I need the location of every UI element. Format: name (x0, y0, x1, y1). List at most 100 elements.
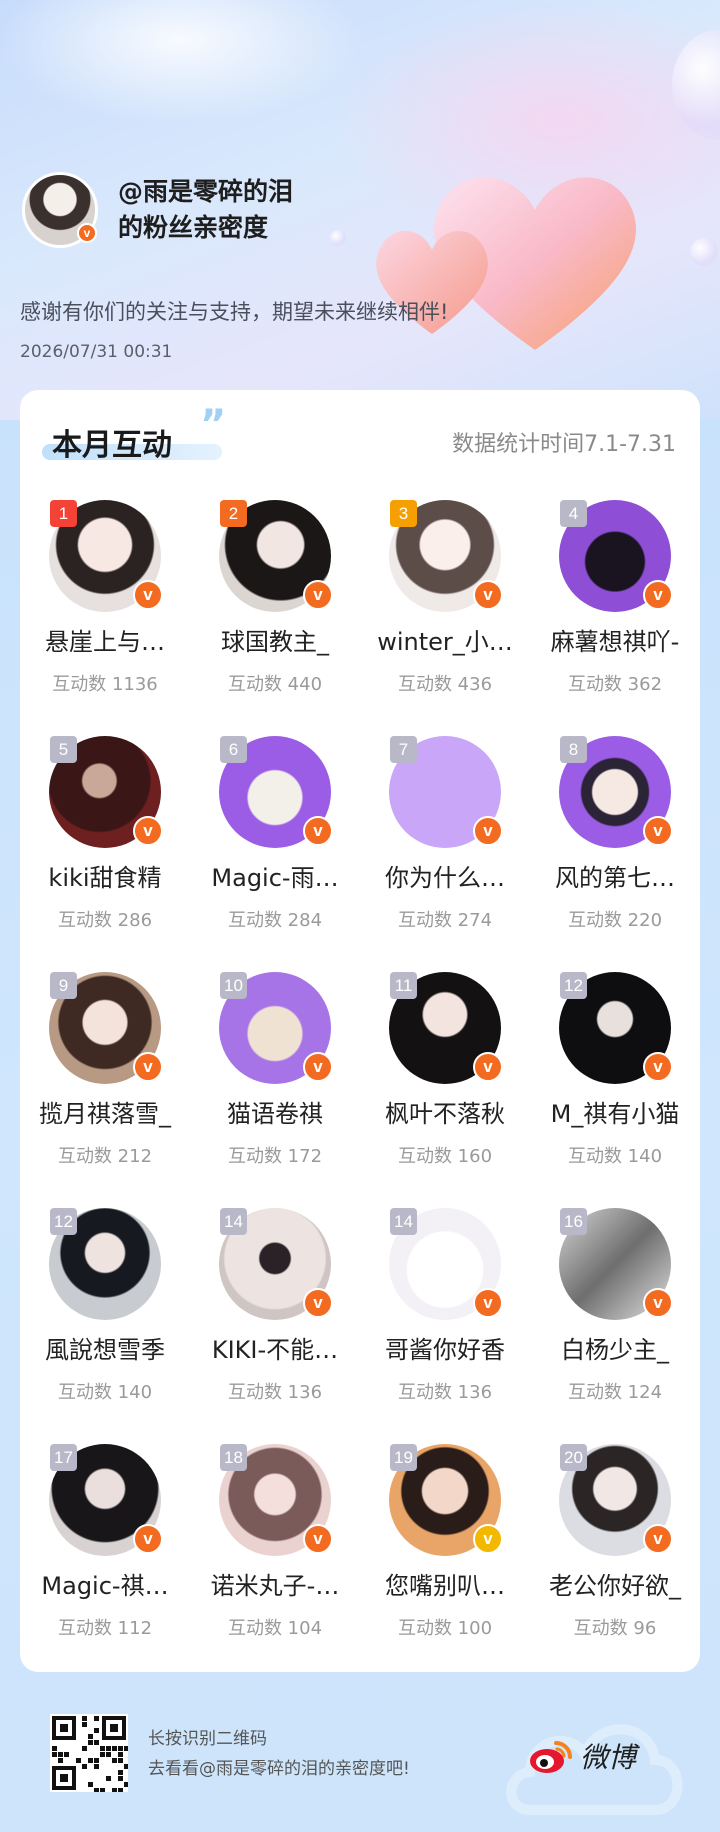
fan-item[interactable]: 14 v KIKI-不能… 互动数 136 (190, 1208, 360, 1444)
fan-item[interactable]: 12 v M_祺有小猫 互动数 140 (530, 972, 700, 1208)
fan-item[interactable]: 4 v 麻薯想祺吖- 互动数 362 (530, 500, 700, 736)
fan-item[interactable]: 10 v 猫语卷祺 互动数 172 (190, 972, 360, 1208)
fan-name[interactable]: 风的第七… (530, 858, 700, 893)
timestamp: 2026/07/31 00:31 (20, 342, 173, 362)
rank-badge: 3 (390, 500, 417, 527)
fan-name[interactable]: 哥酱你好香 (360, 1330, 530, 1365)
rank-badge: 14 (220, 1208, 247, 1235)
fan-name[interactable]: 您嘴别叭… (360, 1566, 530, 1601)
fan-name[interactable]: 白杨少主_ (530, 1330, 700, 1365)
verified-badge-icon: v (643, 580, 673, 610)
fan-name[interactable]: 球国教主_ (190, 622, 360, 657)
verified-badge-icon: v (643, 1288, 673, 1318)
fan-item[interactable]: 2 v 球国教主_ 互动数 440 (190, 500, 360, 736)
fan-name[interactable]: 诺米丸子-… (190, 1566, 360, 1601)
verified-badge-icon: v (133, 1052, 163, 1082)
fan-name[interactable]: M_祺有小猫 (530, 1094, 700, 1129)
bubble-decoration (330, 230, 346, 246)
verified-badge-icon: v (473, 1288, 503, 1318)
fan-item[interactable]: 17 v Magic-祺… 互动数 112 (20, 1444, 190, 1680)
qr-line2: 去看看@雨是零碎的泪的亲密度吧! (148, 1759, 410, 1779)
fan-name[interactable]: 老公你好欲_ (530, 1566, 700, 1601)
page-title: @雨是零碎的泪 的粉丝亲密度 (118, 174, 293, 246)
weibo-logo: 微博 (528, 1736, 636, 1776)
fan-name[interactable]: 揽月祺落雪_ (20, 1094, 190, 1129)
interaction-count: 互动数 274 (397, 910, 493, 931)
profile-header: v @雨是零碎的泪 的粉丝亲密度 (22, 172, 293, 248)
rank-badge: 7 (390, 736, 417, 763)
interaction-card: 本月互动 ” 数据统计时间7.1-7.31 1 v 悬崖上与… 互动数 1136 2 v 球… (20, 390, 700, 1672)
fan-item[interactable]: 9 v 揽月祺落雪_ 互动数 212 (20, 972, 190, 1208)
fan-item[interactable]: 12 風說想雪季 互动数 140 (20, 1208, 190, 1444)
fan-name[interactable]: winter_小… (360, 622, 530, 657)
interaction-count: 互动数 440 (227, 674, 323, 695)
rank-badge: 18 (220, 1444, 247, 1471)
interaction-count: 互动数 362 (567, 674, 663, 695)
fan-name[interactable]: 枫叶不落秋 (360, 1094, 530, 1129)
rank-badge: 16 (560, 1208, 587, 1235)
interaction-count: 互动数 172 (227, 1146, 323, 1167)
verified-badge-icon: v (303, 1288, 333, 1318)
rank-badge: 6 (220, 736, 247, 763)
interaction-count: 互动数 112 (57, 1618, 153, 1639)
brand-name: 微博 (580, 1741, 637, 1774)
fan-item[interactable]: 7 v 你为什么… 互动数 274 (360, 736, 530, 972)
fan-item[interactable]: 19 v 您嘴别叭… 互动数 100 (360, 1444, 530, 1680)
qr-code-icon (52, 1716, 129, 1793)
interaction-count: 互动数 140 (567, 1146, 663, 1167)
section-title: 本月互动 (52, 428, 172, 463)
rank-badge: 12 (50, 1208, 77, 1235)
fan-item[interactable]: 1 v 悬崖上与… 互动数 1136 (20, 500, 190, 736)
fan-name[interactable]: Magic-祺… (20, 1566, 190, 1601)
rank-badge: 2 (220, 500, 247, 527)
interaction-count: 互动数 286 (57, 910, 153, 931)
fan-item[interactable]: 16 v 白杨少主_ 互动数 124 (530, 1208, 700, 1444)
avatar[interactable]: v (22, 172, 98, 248)
rank-badge: 4 (560, 500, 587, 527)
fan-name[interactable]: kiki甜食精 (20, 858, 190, 893)
rank-badge: 8 (560, 736, 587, 763)
rank-badge: 11 (390, 972, 417, 999)
qr-caption: 长按识别二维码 去看看@雨是零碎的泪的亲密度吧! (148, 1724, 410, 1784)
interaction-count: 互动数 136 (397, 1382, 493, 1403)
fan-name[interactable]: 猫语卷祺 (190, 1094, 360, 1129)
fan-name[interactable]: 麻薯想祺吖- (530, 622, 700, 657)
fan-name[interactable]: 你为什么… (360, 858, 530, 893)
fan-item[interactable]: 6 v Magic-雨… 互动数 284 (190, 736, 360, 972)
fan-item[interactable]: 11 v 枫叶不落秋 互动数 160 (360, 972, 530, 1208)
verified-badge-icon: v (643, 1524, 673, 1554)
fan-item[interactable]: 20 v 老公你好欲_ 互动数 96 (530, 1444, 700, 1680)
verified-badge-icon: v (473, 1052, 503, 1082)
fan-item[interactable]: 5 v kiki甜食精互动数 286 (20, 736, 190, 972)
fan-item[interactable]: 3 v winter_小… 互动数 436 (360, 500, 530, 736)
rank-badge: 1 (50, 500, 77, 527)
card-header: 本月互动 ” 数据统计时间7.1-7.31 (20, 390, 700, 470)
verified-badge-icon: v (133, 816, 163, 846)
verified-badge-icon: v (473, 1524, 503, 1554)
interaction-count: 互动数 436 (397, 674, 493, 695)
verified-badge-icon: v (303, 816, 333, 846)
fan-name[interactable]: KIKI-不能… (190, 1330, 360, 1365)
interaction-count: 互动数 100 (397, 1618, 493, 1639)
rank-badge: 19 (390, 1444, 417, 1471)
bubble-decoration (672, 30, 720, 140)
quote-icon: ” (200, 402, 227, 448)
title-line1: @雨是零碎的泪 (118, 177, 294, 206)
interaction-count: 互动数 1136 (52, 674, 158, 695)
fan-item[interactable]: 18 v 诺米丸子-… 互动数 104 (190, 1444, 360, 1680)
fan-item[interactable]: 14 v 哥酱你好香 互动数 136 (360, 1208, 530, 1444)
fan-name[interactable]: 悬崖上与… (20, 622, 190, 657)
rank-badge: 12 (560, 972, 587, 999)
interaction-count: 互动数 212 (57, 1146, 153, 1167)
verified-badge-icon: v (133, 580, 163, 610)
title-line2: 的粉丝亲密度 (118, 213, 269, 242)
qr-code[interactable] (50, 1714, 129, 1793)
verified-badge-icon: v (303, 1052, 333, 1082)
stat-range: 数据统计时间7.1-7.31 (452, 432, 676, 457)
bubble-decoration (690, 238, 718, 266)
fan-name[interactable]: Magic-雨… (190, 858, 360, 893)
rank-badge: 9 (50, 972, 77, 999)
fan-item[interactable]: 8 v 风的第七… 互动数 220 (530, 736, 700, 972)
rank-badge: 5 (50, 736, 77, 763)
fan-name[interactable]: 風說想雪季 (20, 1330, 190, 1365)
